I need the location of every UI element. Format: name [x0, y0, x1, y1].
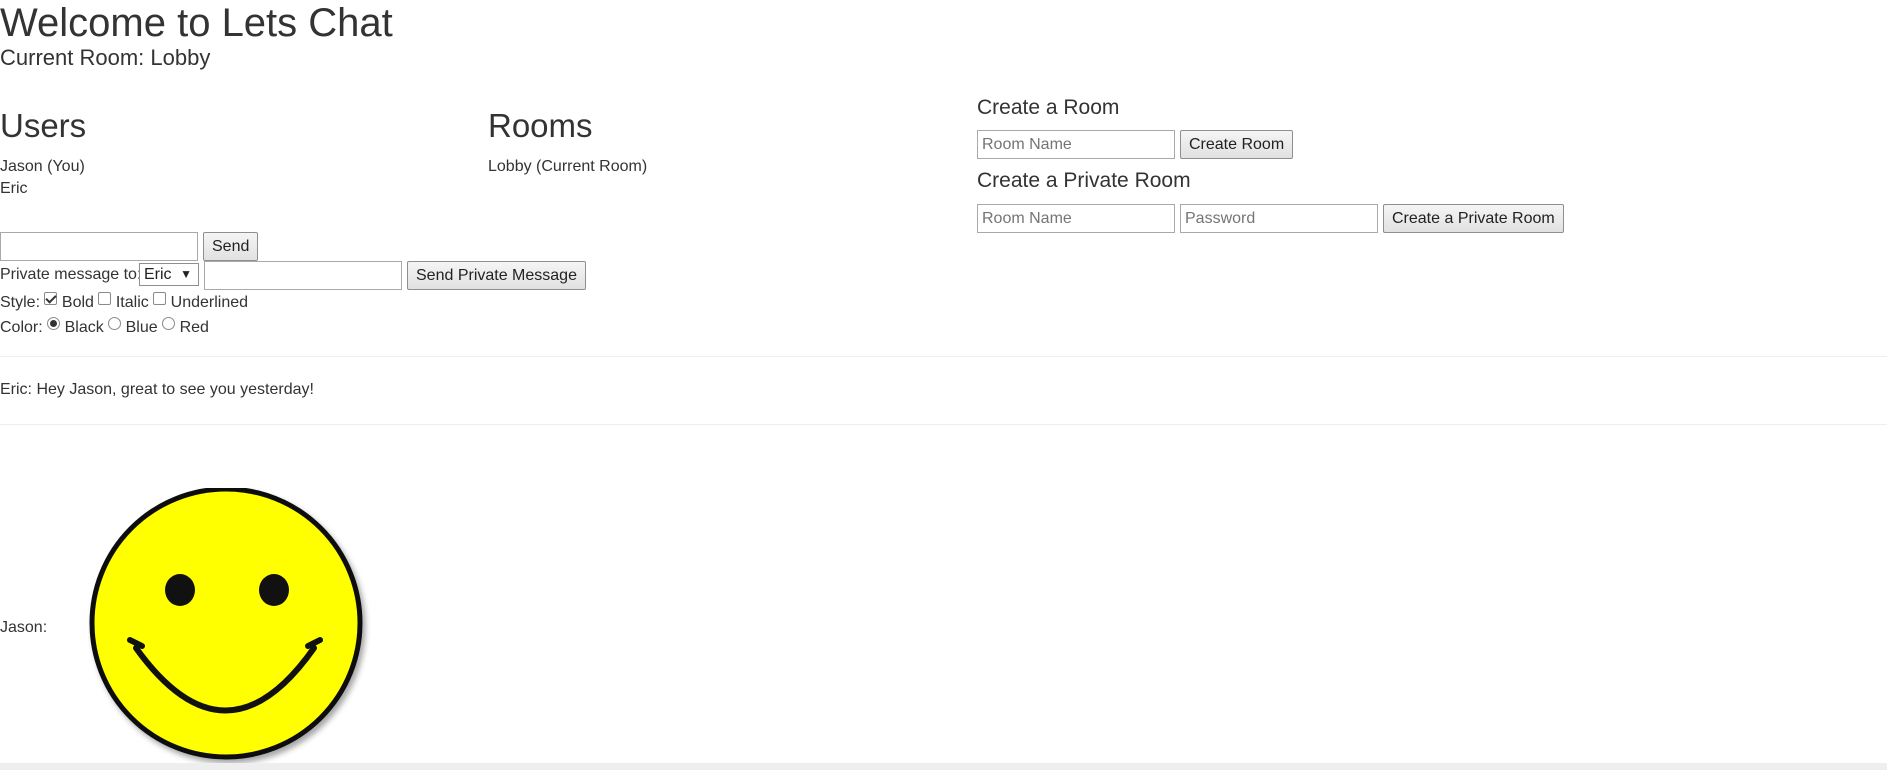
blue-radio[interactable] — [108, 317, 122, 330]
private-message-label: Private message to: — [0, 266, 142, 283]
style-label: Style: — [0, 294, 41, 311]
red-radio[interactable] — [162, 317, 176, 330]
private-recipient-select[interactable]: Eric ▼ — [139, 263, 199, 286]
private-message-input[interactable] — [204, 261, 402, 290]
chat-message: Eric: Hey Jason, great to see you yester… — [0, 381, 314, 398]
create-private-room-heading: Create a Private Room — [977, 169, 1191, 192]
room-name-input[interactable] — [977, 130, 1175, 159]
chat-message-sender: Jason: — [0, 619, 48, 636]
current-room-label: Current Room: Lobby — [0, 45, 211, 70]
divider — [0, 356, 1887, 357]
create-room-button[interactable]: Create Room — [1180, 130, 1294, 159]
send-private-message-button[interactable]: Send Private Message — [407, 261, 586, 290]
smiley-face-icon — [89, 488, 363, 760]
send-button[interactable]: Send — [203, 232, 259, 261]
blue-label: Blue — [125, 319, 158, 336]
user-list-item[interactable]: Jason (You) — [0, 157, 85, 177]
style-row: Style: Bold Italic Underlined — [0, 292, 248, 313]
bold-label: Bold — [61, 294, 94, 311]
rooms-heading: Rooms — [488, 107, 593, 144]
users-heading: Users — [0, 107, 87, 144]
color-label: Color: — [0, 319, 43, 336]
black-label: Black — [64, 319, 104, 336]
create-room-heading: Create a Room — [977, 96, 1120, 119]
private-room-password-input[interactable] — [1180, 204, 1378, 233]
underlined-label: Underlined — [170, 294, 249, 311]
italic-label: Italic — [115, 294, 149, 311]
dropdown-arrow-icon: ▼ — [180, 267, 192, 281]
create-private-room-button[interactable]: Create a Private Room — [1383, 204, 1564, 233]
bottom-bar — [0, 763, 1887, 770]
user-list-item[interactable]: Eric — [0, 179, 28, 199]
private-recipient-value: Eric — [144, 266, 172, 283]
underlined-checkbox[interactable] — [153, 292, 167, 305]
divider — [0, 424, 1887, 425]
message-input[interactable] — [0, 232, 198, 261]
room-list-item[interactable]: Lobby (Current Room) — [488, 157, 647, 177]
red-label: Red — [179, 319, 209, 336]
italic-checkbox[interactable] — [98, 292, 112, 305]
color-row: Color: Black Blue Red — [0, 317, 209, 338]
page-title: Welcome to Lets Chat — [0, 1, 393, 45]
private-room-name-input[interactable] — [977, 204, 1175, 233]
bold-checkbox[interactable] — [44, 292, 58, 305]
black-radio[interactable] — [47, 317, 61, 330]
